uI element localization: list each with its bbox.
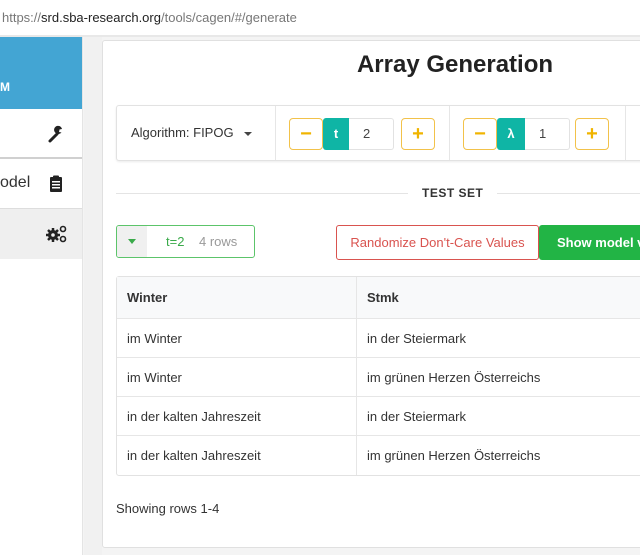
algorithm-label: Algorithm: FIPOG bbox=[131, 125, 234, 140]
column-header: Winter bbox=[117, 277, 357, 319]
t-decrement-button[interactable]: − bbox=[289, 118, 323, 150]
sidebar: M odel bbox=[0, 37, 83, 555]
t-increment-button[interactable]: + bbox=[401, 118, 435, 150]
cogs-icon bbox=[46, 224, 67, 244]
test-set-table: Winter Stmk im Winter in der Steiermark … bbox=[116, 276, 640, 476]
toolbar-separator bbox=[275, 106, 276, 160]
section-divider bbox=[116, 193, 640, 194]
sidebar-header: M bbox=[0, 37, 82, 109]
table-row: in der kalten Jahreszeit in der Steierma… bbox=[117, 397, 640, 436]
lambda-value-input[interactable]: 1 bbox=[525, 118, 570, 150]
sidebar-item-tools[interactable] bbox=[0, 109, 82, 159]
t-tag: t bbox=[323, 118, 349, 150]
table-cell: in der Steiermark bbox=[357, 319, 640, 358]
caret-down-icon bbox=[128, 239, 136, 244]
row-count-label: 4 rows bbox=[199, 234, 238, 249]
strength-rows-selector[interactable]: t=2 4 rows bbox=[116, 225, 255, 258]
dropdown-toggle[interactable] bbox=[117, 226, 147, 257]
show-model-values-button[interactable]: Show model va bbox=[539, 225, 640, 260]
lambda-decrement-button[interactable]: − bbox=[463, 118, 497, 150]
table-cell: in der Steiermark bbox=[357, 397, 640, 436]
scroll-gutter bbox=[84, 37, 102, 555]
algorithm-dropdown[interactable]: Algorithm: FIPOG bbox=[131, 125, 252, 140]
table-cell: im Winter bbox=[117, 358, 357, 397]
lambda-tag: λ bbox=[497, 118, 525, 150]
toolbar-separator bbox=[449, 106, 450, 160]
strength-label: t=2 bbox=[166, 234, 185, 249]
table-cell: in der kalten Jahreszeit bbox=[117, 436, 357, 475]
t-value-input[interactable]: 2 bbox=[349, 118, 394, 150]
table-row: im Winter in der Steiermark bbox=[117, 319, 640, 358]
table-cell: im grünen Herzen Österreichs bbox=[367, 448, 541, 463]
randomize-dont-care-button[interactable]: Randomize Don't-Care Values bbox=[336, 225, 539, 260]
page-title: Array Generation bbox=[356, 51, 554, 78]
caret-down-icon bbox=[243, 131, 252, 136]
table-cell: im grünen Herzen Österreichs bbox=[357, 358, 640, 397]
table-cell: im Winter bbox=[117, 319, 357, 358]
brand-text: M bbox=[0, 80, 10, 94]
sidebar-item-model[interactable]: odel bbox=[0, 159, 82, 209]
table-cell: in der kalten Jahreszeit bbox=[117, 397, 357, 436]
section-label: TEST SET bbox=[408, 186, 498, 200]
wrench-icon bbox=[46, 124, 66, 144]
table-header-row: Winter Stmk bbox=[117, 277, 640, 319]
showing-rows-info: Showing rows 1-4 bbox=[116, 501, 220, 516]
lambda-increment-button[interactable]: + bbox=[575, 118, 609, 150]
generation-toolbar: Algorithm: FIPOG − t 2 + − λ 1 + bbox=[116, 105, 640, 161]
table-row: im Winter im grünen Herzen Österreichs bbox=[117, 358, 640, 397]
sidebar-item-generate[interactable] bbox=[0, 209, 82, 259]
clipboard-icon bbox=[46, 174, 66, 194]
table-row: in der kalten Jahreszeit im grünen Herze… bbox=[117, 436, 640, 475]
url-text[interactable]: https://srd.sba-research.org/tools/cagen… bbox=[2, 10, 297, 25]
address-bar[interactable]: https://srd.sba-research.org/tools/cagen… bbox=[0, 0, 640, 37]
toolbar-separator bbox=[625, 106, 626, 160]
sidebar-item-label: odel bbox=[0, 174, 31, 191]
column-header: Stmk bbox=[357, 277, 640, 319]
main-card: Array Generation Algorithm: FIPOG − t 2 … bbox=[102, 40, 640, 548]
